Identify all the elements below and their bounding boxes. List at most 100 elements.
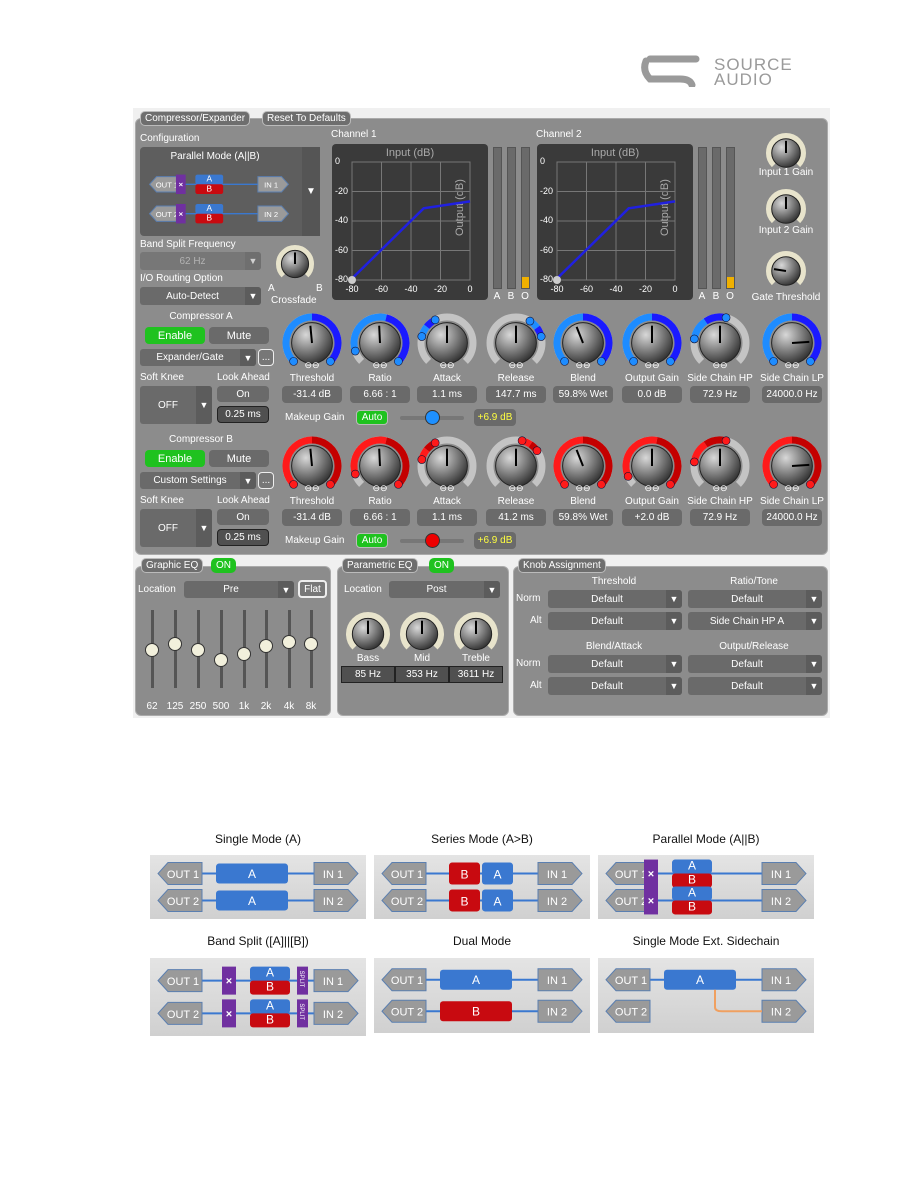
compressor-b-blend-value[interactable]: 59.8% Wet [553, 509, 613, 526]
compressor-b-side-chain-lp-value[interactable]: 24000.0 Hz [762, 509, 822, 526]
svg-text:B: B [266, 1012, 274, 1026]
eq-slider-thumb[interactable] [214, 652, 228, 667]
graphic-eq-location-dropdown[interactable]: Pre ▼ [184, 581, 294, 598]
compressor-b-output-gain-value[interactable]: +2.0 dB [622, 509, 682, 526]
knob-assignment-title: Knob Assignment [518, 558, 606, 573]
svg-text:IN 1: IN 1 [771, 869, 791, 881]
assignment-norm-dropdown[interactable]: Default ▼ [688, 655, 822, 673]
compressor-a-preset-dropdown-value: Expander/Gate [156, 352, 224, 363]
compressor-a-title: Compressor A [169, 311, 233, 322]
logo-mark-icon [641, 55, 700, 89]
compressor-b-preset-dropdown[interactable]: Custom Settings ▼ [140, 472, 256, 489]
compressor-b-makeup-auto-toggle[interactable]: Auto [356, 533, 388, 548]
eq-slider-thumb[interactable] [259, 638, 273, 653]
graph-plot [553, 161, 676, 284]
compressor-b-blend-label: Blend [570, 496, 596, 507]
compressor-b-more-button[interactable]: ... [258, 472, 274, 489]
compressor-b-release-label: Release [497, 496, 535, 507]
compressor-a-side-chain-lp-value[interactable]: 24000.0 Hz [762, 386, 822, 403]
parametric-eq-location-dropdown[interactable]: Post ▼ [389, 581, 500, 598]
compressor-a-attack-value[interactable]: 1.1 ms [417, 386, 477, 403]
compressor-b-threshold-label: Threshold [289, 496, 335, 507]
norm-label: Norm [516, 658, 541, 669]
bass-frequency[interactable]: 85 Hz [341, 666, 395, 683]
compressor-b-ratio-value[interactable]: 6.66 : 1 [350, 509, 410, 526]
assignment-alt-dropdown[interactable]: Default ▼ [548, 612, 682, 630]
compressor-b-soft-knee-dropdown[interactable]: OFF ▼ [140, 509, 212, 547]
dropdown-arrow-icon: ▼ [806, 655, 822, 673]
io-routing-dropdown[interactable]: Auto-Detect ▼ [140, 287, 261, 305]
eq-slider-thumb[interactable] [282, 634, 296, 649]
compressor-a-look-ahead-label: Look Ahead [217, 372, 270, 383]
assignment-alt-dropdown[interactable]: Default ▼ [688, 677, 822, 695]
reset-defaults-button[interactable]: Reset To Defaults [262, 111, 351, 126]
compressor-b-look-ahead-time[interactable]: 0.25 ms [217, 529, 269, 546]
eq-slider-track[interactable] [220, 610, 223, 688]
eq-slider-thumb[interactable] [237, 646, 251, 661]
norm-label: Norm [516, 593, 541, 604]
mode-diagram-split: OUT 1 IN 1 × A B SPLIT OUT 2 IN 2 × A B SPLIT [150, 958, 366, 1036]
compressor-b-title: Compressor B [169, 434, 233, 445]
band-split-dropdown[interactable]: 62 Hz ▼ [140, 252, 261, 270]
compressor-a-preset-dropdown[interactable]: Expander/Gate ▼ [140, 349, 256, 366]
compressor-b-makeup-slider-thumb[interactable] [425, 533, 440, 548]
flat-button[interactable]: Flat [298, 580, 327, 598]
compressor-a-output-gain-value[interactable]: 0.0 dB [622, 386, 682, 403]
compressor-a-soft-knee-dropdown[interactable]: OFF ▼ [140, 386, 212, 424]
configuration-selector[interactable]: Parallel Mode (A||B) ▼ OUT 1 IN 1 × A B OUT 2… [140, 147, 320, 236]
assignment-group-title: Threshold [591, 576, 637, 587]
parametric-eq-on-toggle[interactable]: ON [429, 558, 454, 573]
io-routing-label: I/O Routing Option [140, 273, 223, 284]
routing-diagram-svg: OUT 1 IN 1 A OUT 2 IN 2 B [381, 968, 583, 1023]
x-tick-label: -40 [609, 284, 623, 294]
compressor-b-mute-button[interactable]: Mute [209, 450, 269, 467]
compressor-b-look-ahead-toggle[interactable]: On [217, 509, 269, 525]
compressor-b-attack-value[interactable]: 1.1 ms [417, 509, 477, 526]
compressor-a-makeup-auto-toggle[interactable]: Auto [356, 410, 388, 425]
eq-slider-thumb[interactable] [145, 642, 159, 657]
assignment-norm-dropdown[interactable]: Default ▼ [548, 655, 682, 673]
compressor-a-look-ahead-toggle[interactable]: On [217, 386, 269, 402]
eq-band-label: 125 [166, 701, 184, 712]
compressor-a-threshold-value[interactable]: -31.4 dB [282, 386, 342, 403]
eq-slider-thumb[interactable] [191, 642, 205, 657]
compressor-a-makeup-slider-thumb[interactable] [425, 410, 440, 425]
crossfade-knob[interactable] [275, 244, 315, 289]
level-meter-o [521, 147, 530, 289]
diagram-title: Dual Mode [452, 934, 512, 948]
mid-frequency[interactable]: 353 Hz [395, 666, 449, 683]
gate-threshold-knob[interactable] [765, 250, 807, 297]
routing-diagram-svg: OUT 1 IN 1×ABOUT 2 IN 2×AB [148, 174, 290, 224]
assignment-norm-dropdown[interactable]: Default ▼ [688, 590, 822, 608]
compressor-a-side-chain-hp-value[interactable]: 72.9 Hz [690, 386, 750, 403]
compressor-a-enable-button[interactable]: Enable [145, 327, 205, 344]
compressor-a-blend-value[interactable]: 59.8% Wet [553, 386, 613, 403]
compressor-a-look-ahead-time[interactable]: 0.25 ms [217, 406, 269, 423]
compressor-a-mute-button[interactable]: Mute [209, 327, 269, 344]
assignment-alt-dropdown[interactable]: Side Chain HP A ▼ [688, 612, 822, 630]
link-icon: ⊖⊖ [712, 360, 728, 370]
svg-text:×: × [648, 895, 654, 907]
knob-label: Input 1 Gain [758, 167, 814, 178]
assignment-norm-dropdown[interactable]: Default ▼ [548, 590, 682, 608]
compressor-a-soft-knee-label: Soft Knee [140, 372, 184, 383]
compressor-b-release-value[interactable]: 41.2 ms [486, 509, 546, 526]
routing-diagram: OUT 1 IN 1 × A B OUT 2 IN 2 × A B [144, 164, 294, 234]
compressor-b-threshold-value[interactable]: -31.4 dB [282, 509, 342, 526]
compressor-b-side-chain-hp-value[interactable]: 72.9 Hz [690, 509, 750, 526]
svg-text:×: × [226, 976, 232, 988]
compressor-a-release-value[interactable]: 147.7 ms [486, 386, 546, 403]
assignment-alt-dropdown[interactable]: Default ▼ [548, 677, 682, 695]
svg-text:OUT 1: OUT 1 [167, 869, 199, 881]
compressor-a-more-button[interactable]: ... [258, 349, 274, 366]
eq-slider-track[interactable] [288, 610, 291, 688]
tab-compressor-expander[interactable]: Compressor/Expander [140, 111, 251, 126]
graphic-eq-on-toggle[interactable]: ON [211, 558, 236, 573]
dropdown-arrow-icon: ▼ [484, 581, 500, 598]
compressor-b-enable-button[interactable]: Enable [145, 450, 205, 467]
svg-text:OUT 2: OUT 2 [391, 1007, 423, 1019]
dropdown-arrow-icon: ▼ [806, 677, 822, 695]
treble-frequency[interactable]: 3611 Hz [449, 666, 503, 683]
compressor-a-ratio-value[interactable]: 6.66 : 1 [350, 386, 410, 403]
svg-text:SPLIT: SPLIT [298, 971, 304, 988]
